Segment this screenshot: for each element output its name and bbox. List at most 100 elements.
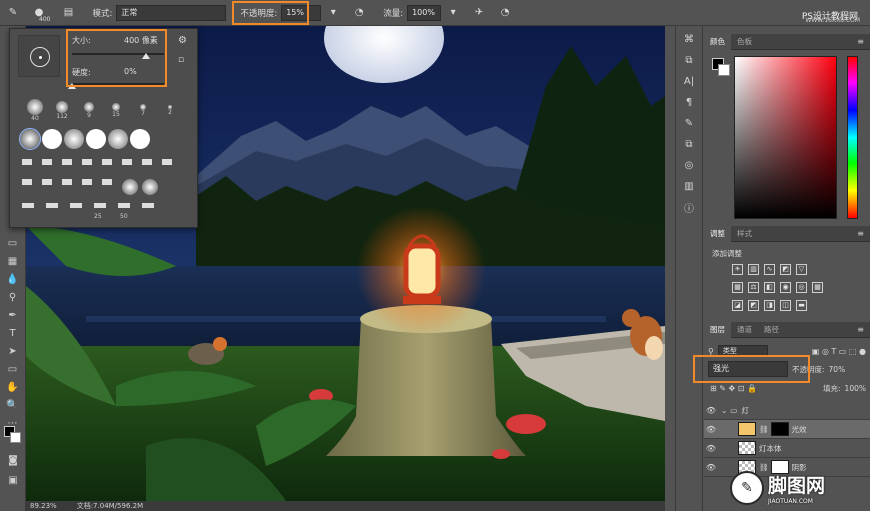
gradient-map-icon[interactable]: ▬ <box>796 300 807 311</box>
character-icon[interactable]: A| <box>680 73 698 89</box>
rectangle-tool-icon[interactable]: ▭ <box>3 361 23 378</box>
brush-preset[interactable]: 15 <box>107 99 125 118</box>
dodge-tool-icon[interactable]: ⚲ <box>3 289 23 306</box>
brush-preset[interactable] <box>94 203 106 208</box>
history-icon[interactable]: ⌘ <box>680 31 698 47</box>
layer-filter-select[interactable]: 类型 <box>717 345 768 357</box>
3d-icon[interactable]: ◎ <box>680 157 698 173</box>
bg-swatch[interactable] <box>718 64 730 76</box>
panel-menu-icon[interactable]: ≡ <box>857 325 864 334</box>
brush-preset[interactable] <box>70 203 82 208</box>
layer-mask-thumbnail[interactable] <box>770 422 789 436</box>
brush-preset[interactable] <box>22 159 32 165</box>
brush-preset[interactable] <box>62 179 72 185</box>
color-lookup-icon[interactable]: ▦ <box>812 282 823 293</box>
zoom-level[interactable]: 89.23% <box>30 501 57 511</box>
paragraph-icon[interactable]: ¶ <box>680 94 698 110</box>
brush-preset[interactable] <box>46 203 58 208</box>
size-slider-knob[interactable] <box>141 53 150 59</box>
layer-row-selected[interactable]: 👁 ⛓ 光效 <box>704 420 870 439</box>
clone-source-icon[interactable]: ⧉ <box>680 136 698 152</box>
tab-channels[interactable]: 通道 <box>731 322 758 338</box>
pen-tool-icon[interactable]: ✒ <box>3 307 23 324</box>
tab-styles[interactable]: 样式 <box>731 226 758 242</box>
blur-tool-icon[interactable]: 💧 <box>3 271 23 288</box>
size-value[interactable]: 400 像素 <box>124 35 158 46</box>
pressure-size-icon[interactable]: ◔ <box>492 0 518 26</box>
brush-angle-preview[interactable] <box>18 35 60 77</box>
layer-row[interactable]: 👁 灯本体 <box>704 439 870 458</box>
posterize-icon[interactable]: ◩ <box>748 300 759 311</box>
curves-icon[interactable]: ∿ <box>764 264 775 275</box>
color-picker-field[interactable] <box>734 56 837 219</box>
brush-preset[interactable] <box>130 129 150 149</box>
tab-swatches[interactable]: 色板 <box>731 34 758 50</box>
layer-name[interactable]: 光效 <box>792 424 807 435</box>
hardness-slider[interactable] <box>72 83 164 85</box>
levels-icon[interactable]: ▥ <box>748 264 759 275</box>
brush-preset[interactable] <box>82 159 92 165</box>
mode-select[interactable]: 正常 <box>116 4 227 21</box>
brush-preset[interactable]: 9 <box>80 99 98 119</box>
properties-icon[interactable]: ⧉ <box>680 52 698 68</box>
color-swatches[interactable] <box>4 426 22 444</box>
color-balance-icon[interactable]: ⚖ <box>748 282 759 293</box>
brush-preset[interactable] <box>122 159 132 165</box>
brush-preset[interactable] <box>42 179 52 185</box>
layer-row-group[interactable]: 👁 ⌄ ▭ 灯 <box>704 401 870 420</box>
brush-preset[interactable] <box>19 128 41 150</box>
brush-preset[interactable] <box>142 179 158 195</box>
brush-preset[interactable] <box>162 159 172 165</box>
opacity-field[interactable]: 15% <box>281 4 322 21</box>
brush-preset[interactable] <box>108 129 128 149</box>
brush-preset[interactable]: 7 <box>134 99 152 117</box>
brush-preset[interactable] <box>64 129 84 149</box>
channel-mixer-icon[interactable]: ◎ <box>796 282 807 293</box>
brush-preset[interactable]: 2 <box>161 99 179 116</box>
hardness-slider-knob[interactable] <box>68 83 76 89</box>
brush-preset[interactable]: 40 <box>26 99 44 122</box>
size-slider[interactable] <box>72 53 164 55</box>
background-color[interactable] <box>10 432 21 443</box>
info-icon[interactable]: ⓘ <box>680 199 698 215</box>
vibrance-icon[interactable]: ▽ <box>796 264 807 275</box>
brush-preset[interactable] <box>86 129 106 149</box>
threshold-icon[interactable]: ◨ <box>764 300 775 311</box>
chevron-down-icon[interactable]: ⌄ <box>721 406 727 415</box>
screen-mode-icon[interactable]: ▣ <box>3 472 23 489</box>
photo-filter-icon[interactable]: ◉ <box>780 282 791 293</box>
panel-menu-icon[interactable]: ≡ <box>857 37 864 46</box>
brush-preset[interactable] <box>42 159 52 165</box>
libraries-icon[interactable]: ▥ <box>680 178 698 194</box>
layer-name[interactable]: 灯本体 <box>759 443 782 454</box>
brush-preset[interactable] <box>62 159 72 165</box>
airbrush-icon[interactable]: ✈ <box>466 0 492 26</box>
tab-paths[interactable]: 路径 <box>758 322 785 338</box>
brush-panel-icon[interactable]: ✎ <box>680 115 698 131</box>
black-white-icon[interactable]: ◧ <box>764 282 775 293</box>
brush-panel-toggle-icon[interactable]: ▤ <box>55 0 81 26</box>
visibility-eye-icon[interactable]: 👁 <box>704 406 718 415</box>
eraser-tool-icon[interactable]: ▭ <box>3 235 23 252</box>
visibility-eye-icon[interactable]: 👁 <box>704 444 718 453</box>
brush-preset[interactable] <box>82 179 92 185</box>
brush-settings-gear-icon[interactable]: ⚙ <box>178 35 187 46</box>
exposure-icon[interactable]: ◩ <box>780 264 791 275</box>
type-tool-icon[interactable]: T <box>3 325 23 342</box>
lock-icons[interactable]: ⊞ ✎ ✥ ⊡ 🔒 <box>710 384 757 393</box>
tab-layers[interactable]: 图层 <box>704 321 731 338</box>
brush-preset[interactable] <box>142 159 152 165</box>
visibility-eye-icon[interactable]: 👁 <box>704 463 718 472</box>
brush-preset[interactable] <box>42 129 62 149</box>
panel-menu-icon[interactable]: ≡ <box>857 229 864 238</box>
hue-saturation-icon[interactable]: ▦ <box>732 282 743 293</box>
brush-preset[interactable] <box>102 159 112 165</box>
path-select-tool-icon[interactable]: ➤ <box>3 343 23 360</box>
brush-preset[interactable] <box>22 179 32 185</box>
tab-adjustments[interactable]: 调整 <box>704 225 731 242</box>
tab-color[interactable]: 颜色 <box>704 33 731 50</box>
brush-preset[interactable] <box>142 203 154 208</box>
brush-preset[interactable] <box>122 179 138 195</box>
layer-name[interactable]: 灯 <box>741 405 749 416</box>
fill-value[interactable]: 100% <box>845 384 866 393</box>
